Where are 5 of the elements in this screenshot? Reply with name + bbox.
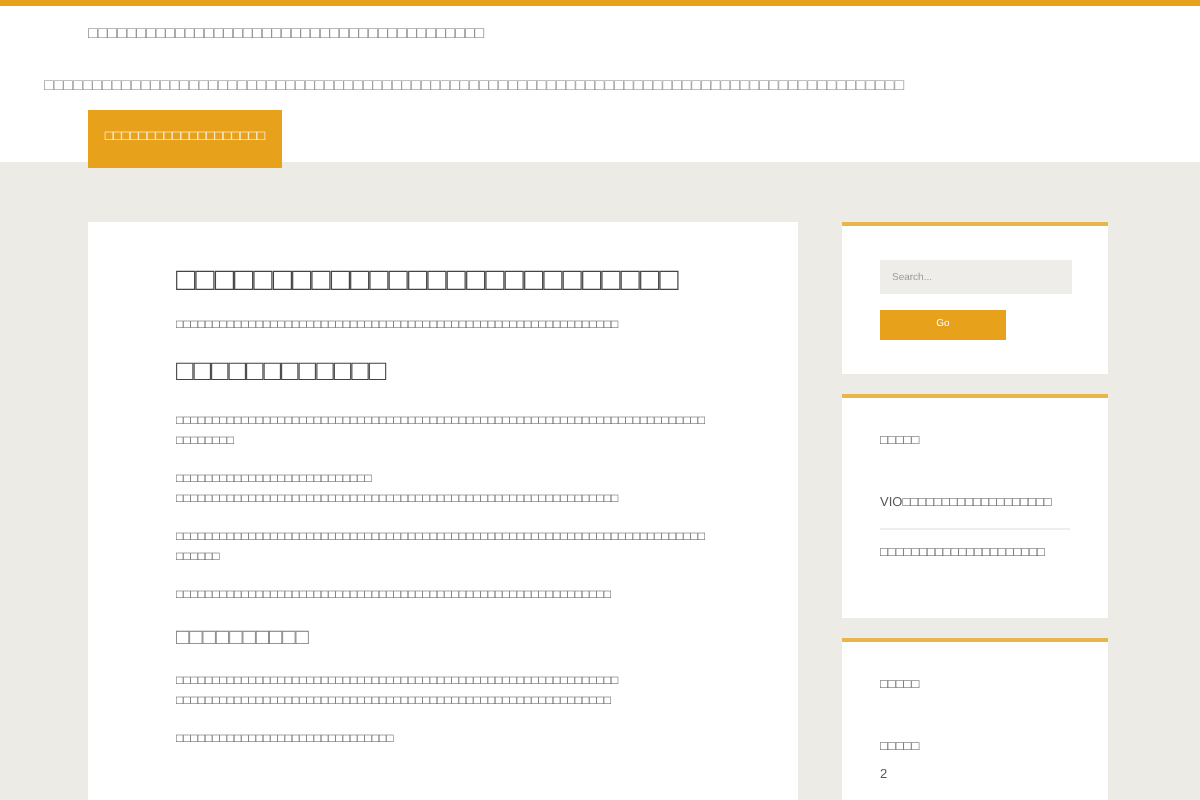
site-title[interactable]: □□□□□□□□□□□□□□□□□□□□□□□□□□□□□□□□□□□□□□□□□ [88, 18, 1200, 50]
section-heading: □□□□□□□□□□□□ [176, 356, 389, 392]
site-tagline: □□□□□□□□□□□□□□□□□□□□□□□□□□□□□□□□□□□□□□□□□□□□□□□□□□□□□□□□□□□□□□□□□□□□□□□□□□□□□□□□□□□□□□□□□ [44, 76, 907, 96]
subsection-heading: □□□□□□□□□□ [176, 625, 311, 652]
article-heading: □□□□□□□□□□□□□□□□□□□□□□□□□□ [176, 262, 681, 301]
